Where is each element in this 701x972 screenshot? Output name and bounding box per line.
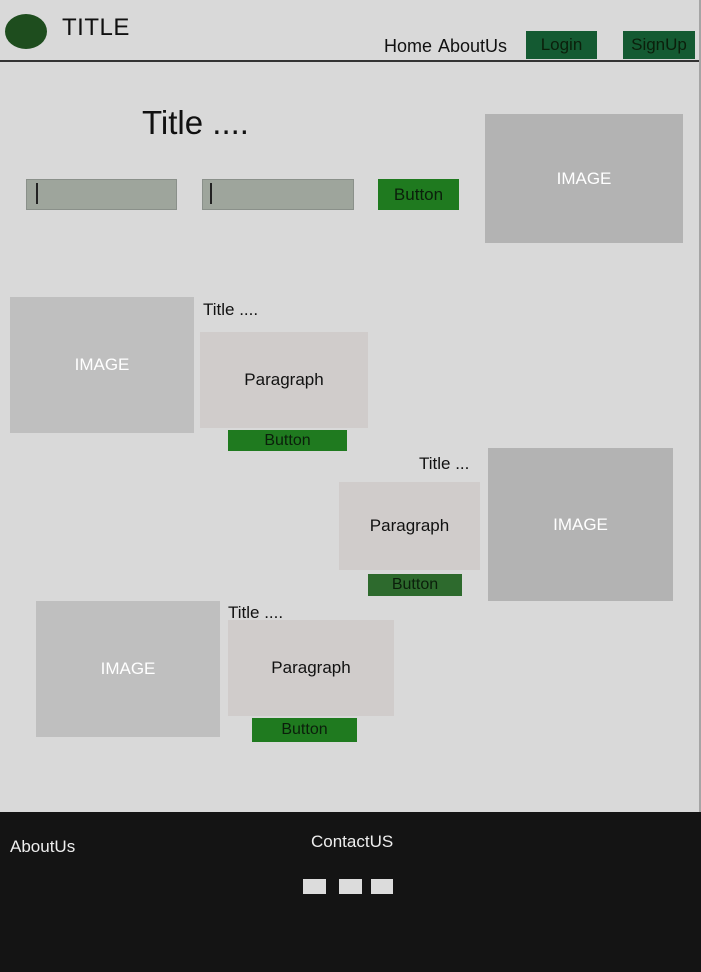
hero-input-2[interactable] xyxy=(202,179,354,210)
section-2-paragraph: Paragraph xyxy=(339,482,480,570)
hero-input-1[interactable] xyxy=(26,179,177,210)
section-3-paragraph: Paragraph xyxy=(228,620,394,716)
hero-button[interactable]: Button xyxy=(378,179,459,210)
text-caret xyxy=(36,183,38,204)
footer-about-link[interactable]: AboutUs xyxy=(10,837,75,857)
hero-title: Title .... xyxy=(142,104,249,141)
section-1-button[interactable]: Button xyxy=(228,430,347,451)
social-icon[interactable] xyxy=(303,879,326,894)
section-2-title: Title ... xyxy=(419,454,470,473)
site-title: TITLE xyxy=(62,14,130,41)
footer-contact-link[interactable]: ContactUS xyxy=(311,832,393,852)
section-1-title: Title .... xyxy=(203,300,259,319)
section-2-button[interactable]: Button xyxy=(368,574,462,596)
logo-icon xyxy=(5,14,47,49)
signup-button[interactable]: SignUp xyxy=(623,31,695,59)
text-caret xyxy=(210,183,212,204)
section-3-button[interactable]: Button xyxy=(252,718,357,742)
section-1-paragraph: Paragraph xyxy=(200,332,368,428)
nav-about-link[interactable]: AboutUs xyxy=(438,36,507,57)
nav-home-link[interactable]: Home xyxy=(384,36,432,57)
hero-image: IMAGE xyxy=(485,114,683,243)
social-icon[interactable] xyxy=(339,879,362,894)
social-icon[interactable] xyxy=(371,879,393,894)
section-2-image: IMAGE xyxy=(488,448,673,601)
login-button[interactable]: Login xyxy=(526,31,597,59)
header-divider xyxy=(0,60,701,62)
section-1-image: IMAGE xyxy=(10,297,194,433)
section-3-image: IMAGE xyxy=(36,601,220,737)
